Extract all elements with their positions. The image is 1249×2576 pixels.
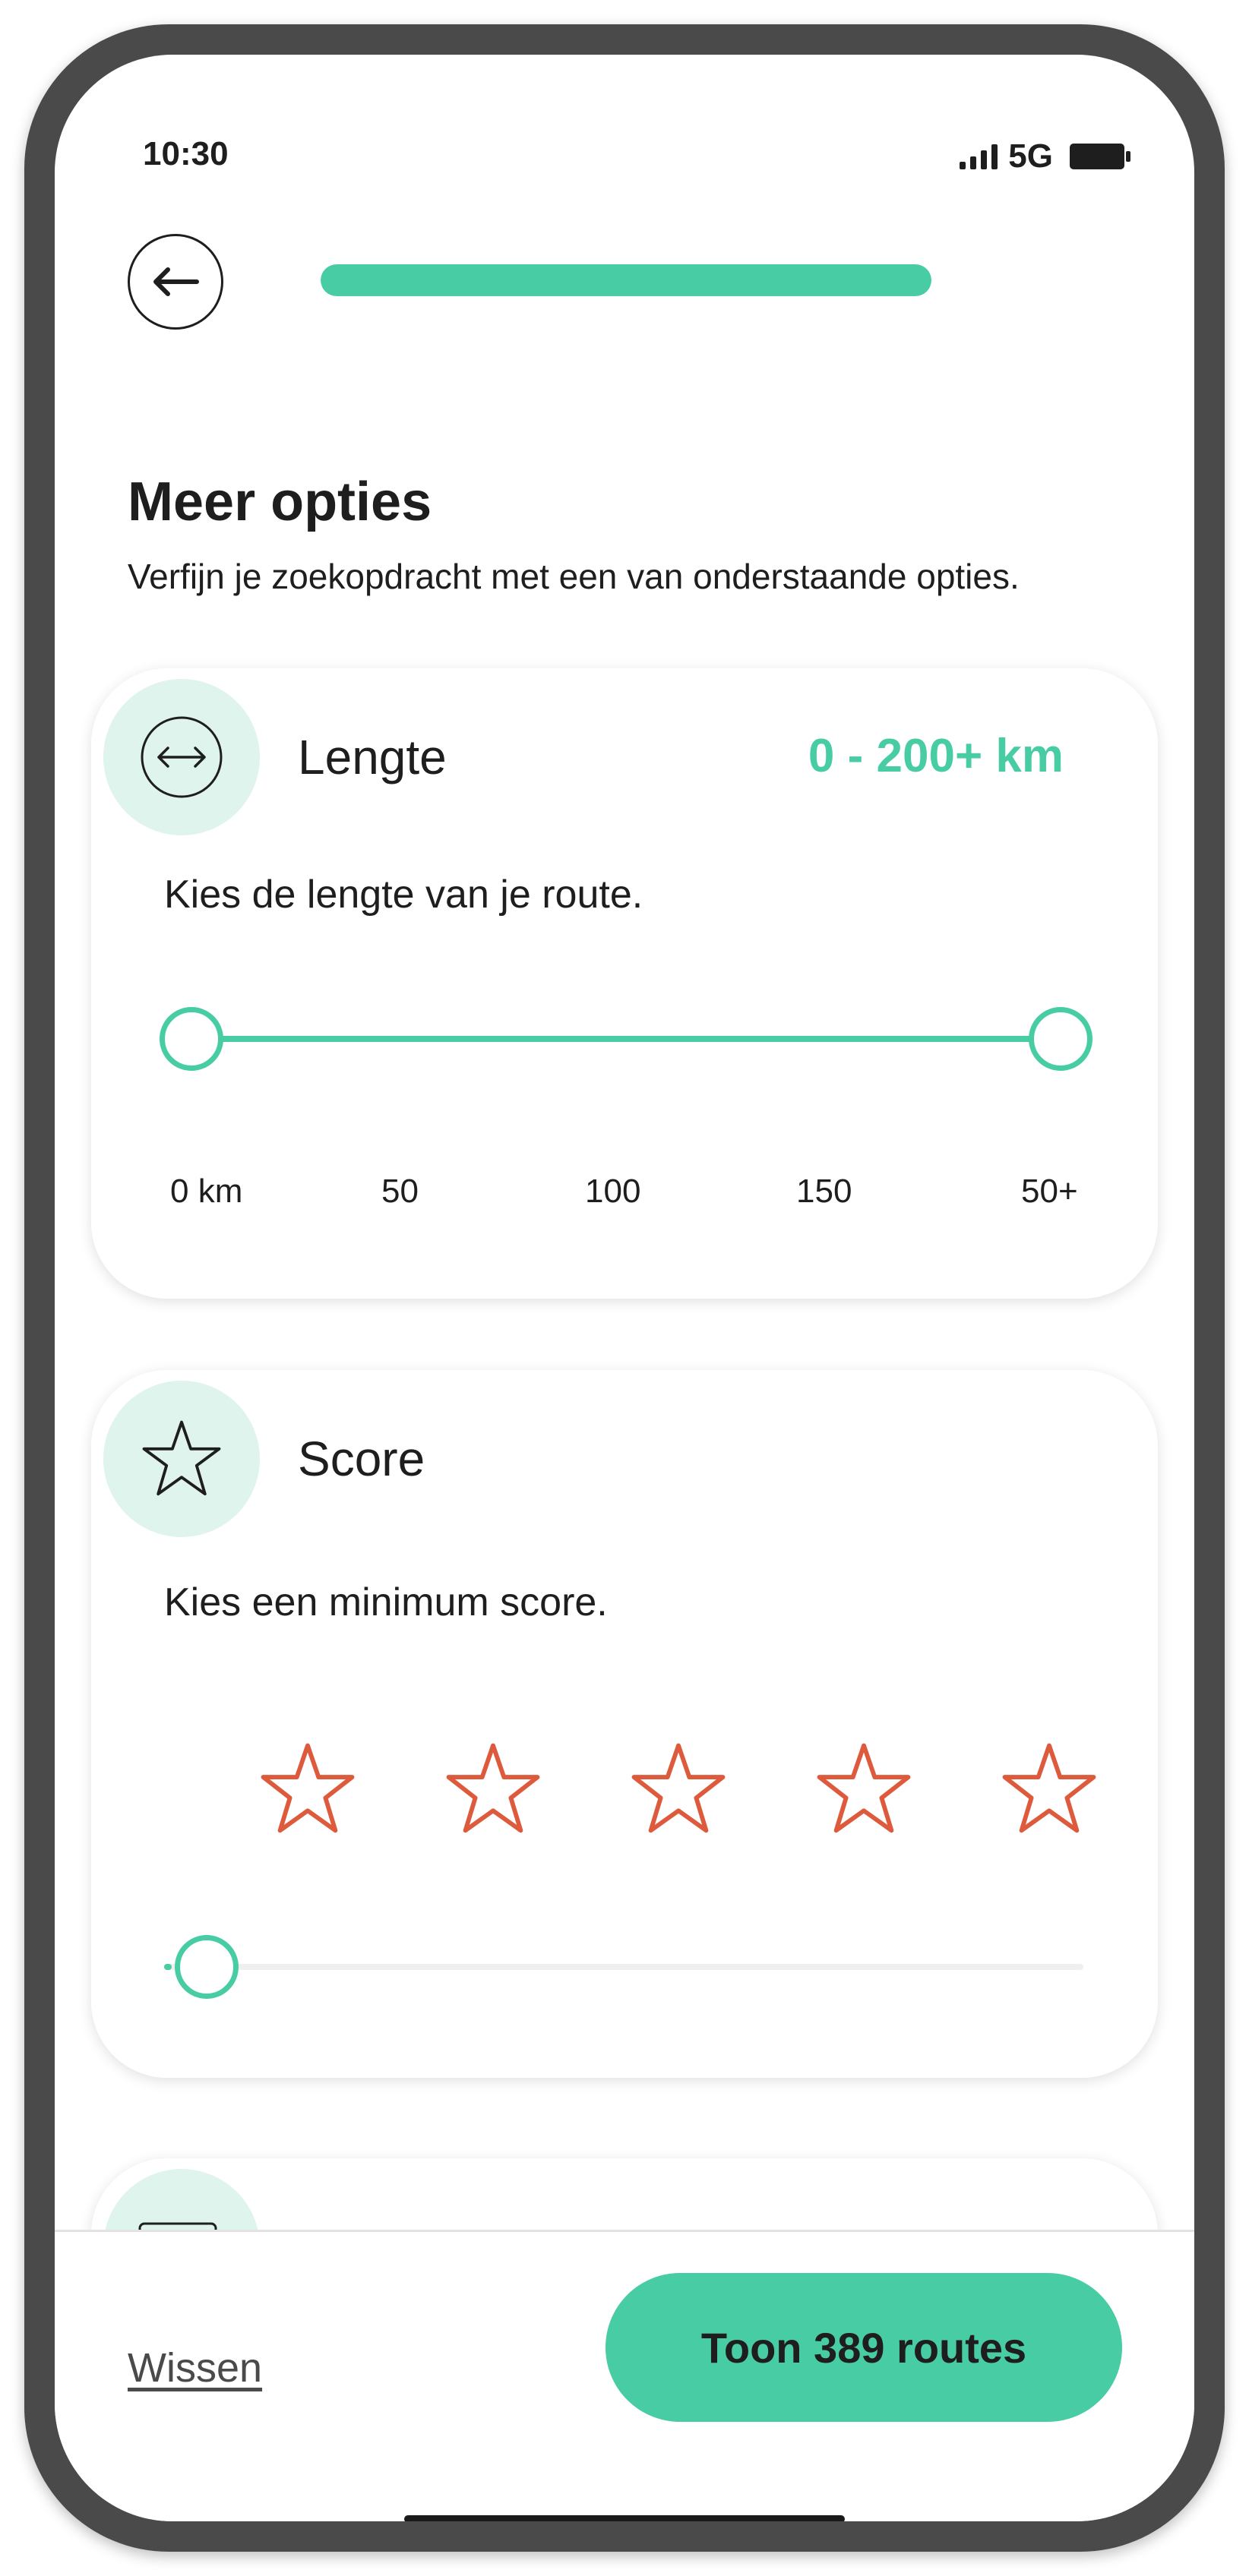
tick-label: 50+ <box>1021 1173 1078 1210</box>
score-icon-badge <box>103 1381 260 1537</box>
tick-label: 100 <box>585 1173 641 1210</box>
length-icon-badge <box>103 679 260 835</box>
star-icon[interactable] <box>814 1741 913 1839</box>
signal-icon <box>960 144 998 169</box>
length-slider-min-handle[interactable] <box>160 1007 223 1071</box>
clear-button[interactable]: Wissen <box>128 2344 262 2391</box>
score-slider-range <box>164 1964 172 1970</box>
tick-label: 0 km <box>170 1173 243 1210</box>
tick-label: 50 <box>381 1173 419 1210</box>
score-slider-track[interactable] <box>164 1964 1083 1970</box>
star-icon[interactable] <box>258 1741 357 1839</box>
score-description: Kies een minimum score. <box>164 1580 608 1624</box>
tick-label: 150 <box>796 1173 852 1210</box>
length-slider-max-handle[interactable] <box>1029 1007 1092 1071</box>
star-icon[interactable] <box>1000 1741 1099 1839</box>
arrow-left-icon <box>153 267 199 296</box>
app-screen: 10:30 5G Meer opties Verfijn je zoekopdr… <box>55 55 1194 2521</box>
bottom-action-bar: Wissen Toon 389 routes <box>55 2230 1194 2521</box>
show-routes-button[interactable]: Toon 389 routes <box>606 2273 1122 2422</box>
length-description: Kies de lengte van je route. <box>164 873 643 917</box>
status-time: 10:30 <box>143 135 229 172</box>
star-outline-icon <box>142 1420 221 1496</box>
score-card: Score Kies een minimum score. <box>91 1370 1158 2078</box>
length-value: 0 - 200+ km <box>808 730 1064 782</box>
network-label: 5G <box>1008 137 1053 175</box>
arrows-horizontal-icon <box>141 716 223 798</box>
page-title: Meer opties <box>128 472 432 532</box>
star-icon[interactable] <box>629 1741 728 1839</box>
progress-bar <box>321 264 931 296</box>
page-subtitle: Verfijn je zoekopdracht met een van onde… <box>128 557 1020 596</box>
phone-frame: 10:30 5G Meer opties Verfijn je zoekopdr… <box>24 24 1225 2552</box>
home-indicator <box>404 2515 845 2521</box>
star-icon[interactable] <box>444 1741 542 1839</box>
length-slider-range <box>191 1036 1061 1042</box>
length-title: Lengte <box>298 730 447 784</box>
status-indicators: 5G <box>960 135 1130 178</box>
length-card: Lengte 0 - 200+ km Kies de lengte van je… <box>91 668 1158 1299</box>
score-slider-handle[interactable] <box>175 1935 239 1999</box>
back-button[interactable] <box>128 234 223 330</box>
score-title: Score <box>298 1432 425 1486</box>
progress-fill <box>321 264 931 296</box>
battery-icon <box>1070 144 1130 169</box>
